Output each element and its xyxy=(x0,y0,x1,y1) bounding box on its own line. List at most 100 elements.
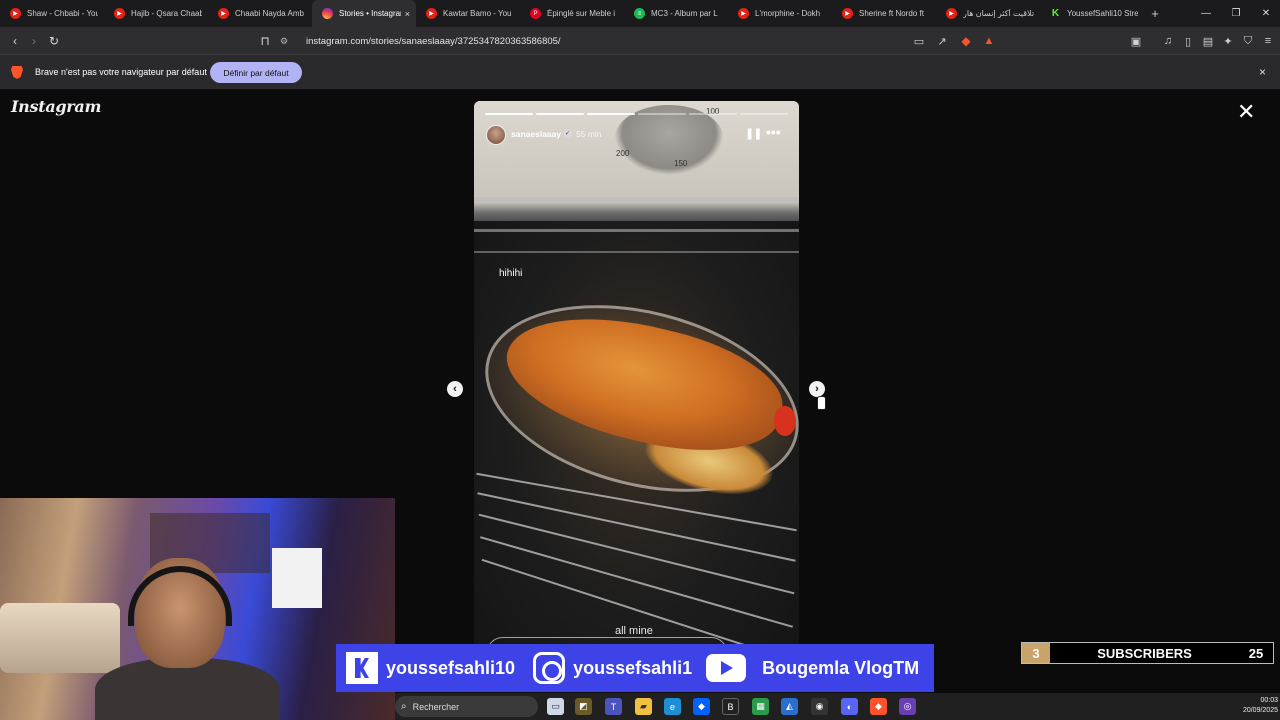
clock-time: 00:03 xyxy=(1260,697,1278,704)
story-progress-segment xyxy=(587,113,635,115)
task-view-icon[interactable]: ▭ xyxy=(547,698,564,715)
story-progress-segment xyxy=(638,113,686,115)
youtube-icon: ▶ xyxy=(842,8,853,19)
tab-title: Shaw - Chbabi - You xyxy=(27,9,98,18)
tab-title: Sherine ft Nordo ft xyxy=(859,9,924,18)
app-icon[interactable]: ◭ xyxy=(781,698,798,715)
menu-icon[interactable]: ≡ xyxy=(1260,33,1276,49)
teams-icon[interactable]: T xyxy=(605,698,622,715)
tab-youtube-2[interactable]: ▶ Hajib - Qsara Chaabi xyxy=(104,0,208,27)
wallet-icon[interactable]: ▤ xyxy=(1200,33,1216,49)
tab-title: Stories • Instagram xyxy=(339,9,401,18)
story-caption-top: hihihi xyxy=(499,268,523,279)
tab-pinterest[interactable]: P Épinglé sur Meble i xyxy=(520,0,624,27)
sidebar-icon[interactable]: ▯ xyxy=(1180,33,1196,49)
next-story-icon[interactable]: › xyxy=(809,381,825,397)
new-tab-button[interactable]: + xyxy=(1144,6,1166,21)
story-username[interactable]: sanaeslaaay xyxy=(511,129,561,139)
minimize-icon[interactable]: — xyxy=(1191,0,1221,27)
tab-title: Hajib - Qsara Chaabi xyxy=(131,9,202,18)
tab-youtube-5[interactable]: ▶ L'morphine - Dokh xyxy=(728,0,832,27)
previous-story-icon[interactable]: ‹ xyxy=(447,381,463,397)
dropbox-icon[interactable]: ◆ xyxy=(693,698,710,715)
app-icon[interactable]: ◎ xyxy=(899,698,916,715)
app-icon[interactable]: ◩ xyxy=(575,698,592,715)
youtube-icon: ▶ xyxy=(946,8,957,19)
restore-icon[interactable]: ❐ xyxy=(1221,0,1251,27)
forward-icon[interactable]: › xyxy=(25,32,43,50)
clock-date: 20/09/2025 xyxy=(1242,707,1278,714)
edge-icon[interactable]: e xyxy=(664,698,681,715)
taskbar-search[interactable]: ⌕ Rechercher xyxy=(395,696,538,717)
brave-logo-icon xyxy=(11,66,23,79)
avatar[interactable] xyxy=(486,125,506,145)
close-tab-icon[interactable]: × xyxy=(405,9,410,19)
story-progress-segment xyxy=(689,113,737,115)
tab-title: Chaabi Nayda Amb xyxy=(235,9,304,18)
youtube-icon: ▶ xyxy=(114,8,125,19)
reload-icon[interactable]: ↻ xyxy=(45,32,63,50)
app-b-icon[interactable]: B xyxy=(722,698,739,715)
instagram-handle: youssefsahli1 xyxy=(573,657,693,678)
story-card[interactable]: 100 200 150 sanaeslaaay ✓ 55 min ❚❚ ••• … xyxy=(474,101,799,661)
tab-bar: ▶ Shaw - Chbabi - You ▶ Hajib - Qsara Chaa… xyxy=(0,0,1280,27)
search-placeholder: Rechercher xyxy=(412,701,460,712)
youtube-icon: ▶ xyxy=(10,8,21,19)
tab-kick[interactable]: K YoussefSahli10 Stre xyxy=(1040,0,1144,27)
cast-icon[interactable]: ▭ xyxy=(911,33,927,49)
tab-youtube-1[interactable]: ▶ Shaw - Chbabi - You xyxy=(0,0,104,27)
tab-youtube-7[interactable]: ▶ تلاقيت أكثر إنسان هار xyxy=(936,0,1040,27)
pinterest-icon: P xyxy=(530,8,541,19)
store-icon[interactable]: ▦ xyxy=(752,698,769,715)
story-caption-bottom: all mine xyxy=(615,625,653,637)
subscribers-counter: 3 SUBSCRIBERS 25 xyxy=(1021,642,1274,664)
more-options-icon[interactable]: ••• xyxy=(766,124,781,140)
discord-icon[interactable]: ◐ xyxy=(841,698,858,715)
infobar-close-icon[interactable]: × xyxy=(1259,65,1266,79)
bookmark-icon[interactable]: ⊓ xyxy=(256,32,274,50)
brave-shields-icon[interactable]: ◆ xyxy=(958,33,974,49)
instagram-logo[interactable]: Instagram xyxy=(11,97,101,116)
story-progress-segment xyxy=(740,113,788,115)
infobar-message: Brave n'est pas votre navigateur par déf… xyxy=(35,67,207,77)
tab-youtube-4[interactable]: ▶ Kawtar Bamo - You xyxy=(416,0,520,27)
tab-youtube-6[interactable]: ▶ Sherine ft Nordo ft xyxy=(832,0,936,27)
story-image-tomato xyxy=(774,406,796,436)
url-field[interactable]: ⚙ instagram.com/stories/sanaeslaaay/3725… xyxy=(280,31,1000,51)
oven-rail xyxy=(474,229,799,232)
obs-icon[interactable]: ◉ xyxy=(811,698,828,715)
story-time: 55 min xyxy=(576,129,602,139)
file-explorer-icon[interactable]: ▰ xyxy=(635,698,652,715)
address-bar-row: ‹ › ↻ ⊓ ⚙ instagram.com/stories/sanaesla… xyxy=(0,27,1280,54)
pause-icon[interactable]: ❚❚ xyxy=(745,127,762,140)
windows-taskbar: ⌕ Rechercher ▭ ◩ T ▰ e ◆ B ▦ ◭ ◉ ◐ ◆ ◎ 0… xyxy=(395,693,1280,720)
site-info-icon[interactable]: ⚙ xyxy=(280,36,296,47)
tab-title: YoussefSahli10 Stre xyxy=(1067,9,1138,18)
share-icon[interactable]: ↗ xyxy=(934,33,950,49)
spotify-icon: ≡ xyxy=(634,8,645,19)
set-default-button[interactable]: Définir par défaut xyxy=(210,62,302,83)
back-icon[interactable]: ‹ xyxy=(6,32,24,50)
close-story-icon[interactable]: ✕ xyxy=(1237,101,1255,123)
stream-social-bar: youssefsahli10 youssefsahli1 Bougemla Vl… xyxy=(336,644,934,692)
oven-rail xyxy=(474,197,799,202)
tab-instagram-stories[interactable]: Stories • Instagram × xyxy=(312,0,416,27)
hand-cursor-icon xyxy=(817,396,826,410)
vpn-icon[interactable]: ⛉ xyxy=(1240,33,1256,49)
tab-youtube-3[interactable]: ▶ Chaabi Nayda Amb xyxy=(208,0,312,27)
tab-title: MC3 - Album par L xyxy=(651,9,718,18)
youtube-icon: ▶ xyxy=(738,8,749,19)
default-browser-infobar: Brave n'est pas votre navigateur par déf… xyxy=(0,54,1280,89)
tab-title: Épinglé sur Meble i xyxy=(547,9,616,18)
youtube-icon: ▶ xyxy=(426,8,437,19)
media-icon[interactable]: ♫ xyxy=(1160,33,1176,49)
instagram-icon xyxy=(533,652,566,684)
brave-icon[interactable]: ◆ xyxy=(870,698,887,715)
reader-mode-icon[interactable]: ▣ xyxy=(1128,33,1144,49)
leo-ai-icon[interactable]: ✦ xyxy=(1220,33,1236,49)
taskbar-clock[interactable]: 00:03 20/09/2025 xyxy=(1230,696,1278,716)
brave-rewards-icon[interactable]: ▲ xyxy=(981,33,997,49)
story-progress-segment xyxy=(485,113,533,115)
close-window-icon[interactable]: ✕ xyxy=(1251,0,1280,27)
tab-spotify[interactable]: ≡ MC3 - Album par L xyxy=(624,0,728,27)
